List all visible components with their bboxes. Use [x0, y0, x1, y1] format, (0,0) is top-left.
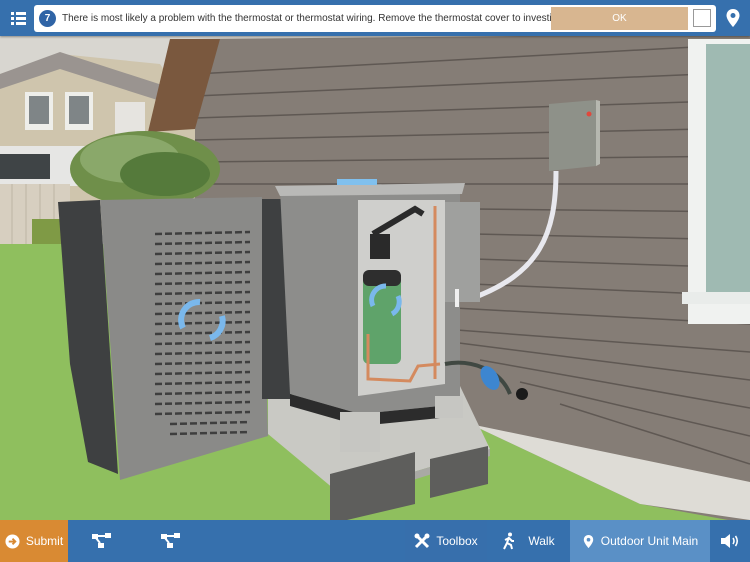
toolbox-button[interactable]: Toolbox	[405, 520, 487, 562]
map-pin-icon	[726, 9, 740, 27]
top-toolbar: 7 There is most likely a problem with th…	[0, 0, 750, 36]
toolbox-label: Toolbox	[436, 534, 478, 548]
walk-label: Walk	[528, 534, 555, 548]
arrow-right-circle-icon	[5, 533, 20, 549]
hierarchy-icon	[92, 533, 111, 548]
removed-side-panel	[58, 197, 268, 480]
sound-button[interactable]	[710, 520, 750, 562]
map-pin-icon	[583, 534, 593, 548]
tools-icon	[414, 533, 430, 549]
house-window	[682, 39, 750, 324]
current-location-button[interactable]: Outdoor Unit Main	[570, 520, 710, 562]
list-icon	[11, 12, 26, 25]
location-button[interactable]	[724, 8, 742, 28]
submit-button[interactable]: Submit	[0, 520, 68, 562]
bush	[70, 131, 220, 207]
location-label: Outdoor Unit Main	[600, 534, 699, 548]
hierarchy-view-button-1[interactable]	[68, 520, 136, 562]
walking-person-icon	[503, 532, 515, 550]
step-number-badge: 7	[39, 10, 56, 27]
scene-illustration	[0, 34, 750, 520]
menu-button[interactable]	[6, 6, 30, 30]
walk-button[interactable]: Walk	[487, 520, 570, 562]
hierarchy-icon	[161, 533, 180, 548]
instruction-message-box: 7 There is most likely a problem with th…	[34, 5, 716, 32]
hierarchy-view-button-2[interactable]	[136, 520, 206, 562]
bottom-toolbar: Submit Toolbox Walk Outdoor Unit Main	[0, 520, 750, 562]
speaker-icon	[721, 534, 739, 548]
instruction-text: There is most likely a problem with the …	[62, 13, 574, 24]
ok-button[interactable]: OK	[551, 7, 688, 30]
acknowledge-checkbox[interactable]	[693, 9, 711, 27]
3d-scene-viewport[interactable]	[0, 34, 750, 520]
submit-label: Submit	[25, 534, 64, 548]
